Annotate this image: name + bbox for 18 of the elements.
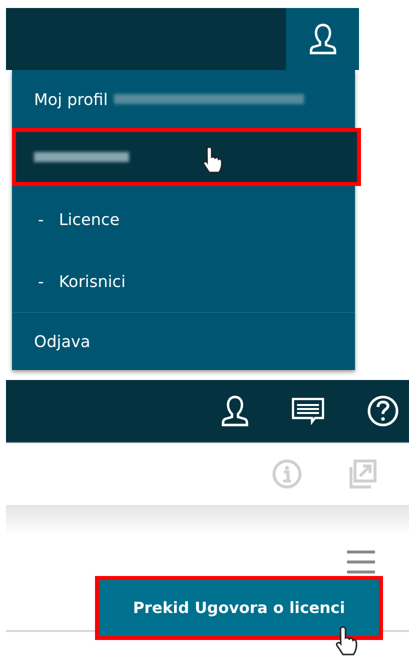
- terminate-license-button[interactable]: Prekid Ugovora o licenci: [95, 576, 383, 640]
- user-icon: [308, 23, 336, 55]
- hand-cursor-icon: [201, 144, 225, 176]
- menu-item[interactable]: Odjava: [12, 312, 355, 370]
- menu-item[interactable]: - Korisnici: [12, 250, 355, 312]
- user-icon: [221, 395, 249, 427]
- chat-icon[interactable]: [291, 397, 325, 425]
- user-button[interactable]: [286, 8, 359, 70]
- menu-item-label: - Licence: [38, 210, 120, 228]
- help-icon[interactable]: [367, 395, 399, 427]
- menu-item-label: Odjava: [34, 332, 90, 351]
- menu-icon[interactable]: [346, 549, 376, 575]
- menu-item-label: - Korisnici: [38, 272, 126, 290]
- menu-item[interactable]: [12, 128, 361, 186]
- hand-cursor-icon: [334, 625, 360, 657]
- menu-item[interactable]: Moj profil: [12, 70, 355, 128]
- menu-item[interactable]: - Licence: [12, 188, 355, 250]
- menu-item-label: Moj profil: [34, 90, 108, 108]
